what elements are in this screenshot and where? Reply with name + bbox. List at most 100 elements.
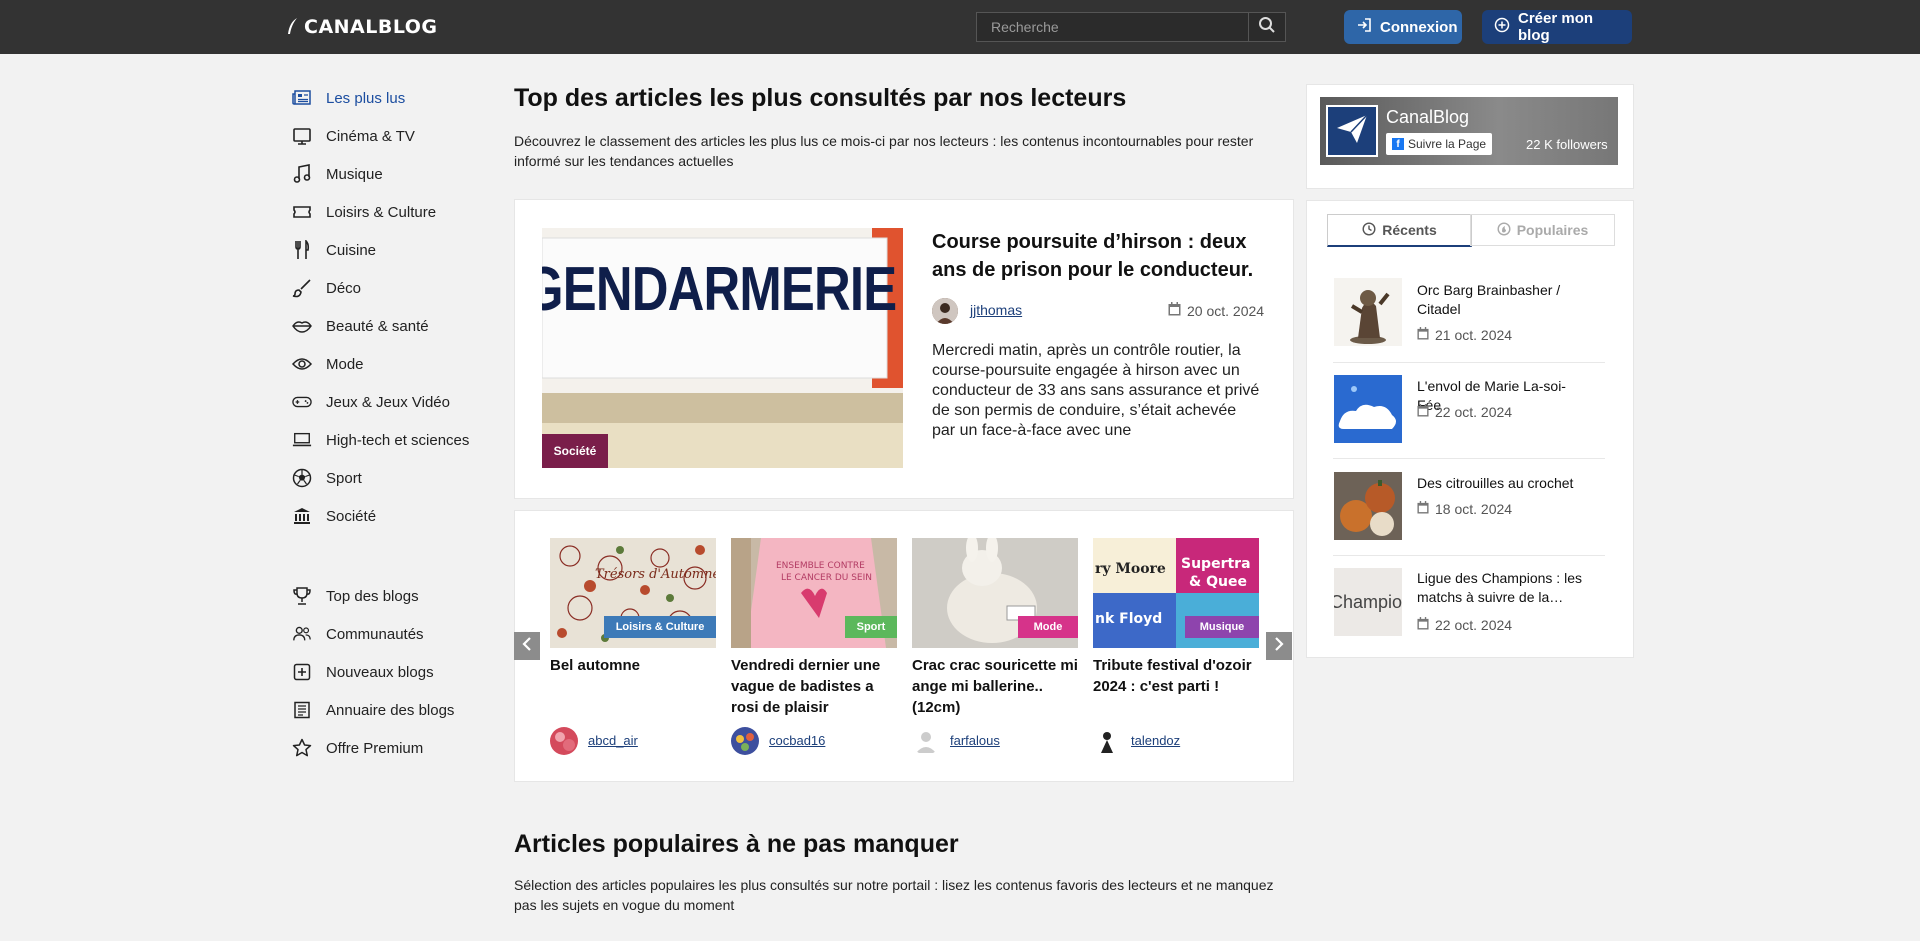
divider xyxy=(1333,555,1605,556)
featured-category-badge[interactable]: Société xyxy=(542,434,608,468)
ticket-icon xyxy=(292,202,312,222)
carousel-item-title[interactable]: Vendredi dernier une vague de badistes a… xyxy=(731,655,899,718)
tab-recents[interactable]: Récents xyxy=(1327,214,1472,247)
top-navigation-bar: CANALBLOG Connexion Créer mon blog xyxy=(0,0,1920,54)
author-avatar[interactable] xyxy=(932,298,958,324)
carousel-category-badge[interactable]: Sport xyxy=(845,616,897,638)
calendar-icon xyxy=(1168,302,1181,319)
sidebar-item-label: Musique xyxy=(326,165,383,183)
carousel-item-title[interactable]: Bel automne xyxy=(550,655,718,676)
recent-article-title[interactable]: Ligue des Champions : les matchs à suivr… xyxy=(1417,569,1589,607)
list-book-icon xyxy=(292,700,312,720)
recent-article-date: 22 oct. 2024 xyxy=(1417,404,1512,420)
carousel-item-title[interactable]: Crac crac souricette mi ange mi ballerin… xyxy=(912,655,1080,718)
svg-text:ry Moore: ry Moore xyxy=(1095,561,1166,577)
svg-text:ENSEMBLE CONTRE: ENSEMBLE CONTRE xyxy=(776,561,865,571)
recent-article-image[interactable] xyxy=(1334,375,1402,443)
carousel-category-badge[interactable]: Loisirs & Culture xyxy=(604,616,716,638)
search-button[interactable] xyxy=(1248,13,1285,41)
search-box xyxy=(976,12,1286,42)
star-icon xyxy=(292,738,312,758)
sidebar-item-offre-premium[interactable]: Offre Premium xyxy=(280,734,490,762)
featured-article-title[interactable]: Course poursuite d’hirson : deux ans de … xyxy=(932,228,1262,284)
sidebar-item-label: Cuisine xyxy=(326,241,377,259)
author-avatar[interactable] xyxy=(550,727,578,755)
carousel-category-badge[interactable]: Mode xyxy=(1018,616,1078,638)
carousel-author-link[interactable]: farfalous xyxy=(950,733,1000,748)
svg-text:nk Floyd: nk Floyd xyxy=(1095,611,1162,627)
sidebar-item-sport[interactable]: Sport xyxy=(280,464,490,492)
utensils-icon xyxy=(292,240,312,260)
sidebar-item-jeux[interactable]: Jeux & Jeux Vidéo xyxy=(280,388,490,416)
follow-page-button[interactable]: f Suivre la Page xyxy=(1386,133,1493,155)
laptop-icon xyxy=(292,430,312,450)
sidebar-item-label: Sport xyxy=(326,469,362,487)
recent-article-date: 21 oct. 2024 xyxy=(1417,327,1512,343)
carousel-author-link[interactable]: cocbad16 xyxy=(769,733,825,748)
svg-text:Trésors d'Automne: Trésors d'Automne xyxy=(595,567,716,582)
featured-author-link[interactable]: jjthomas xyxy=(970,302,1022,318)
chevron-right-icon xyxy=(1273,636,1285,656)
author-avatar[interactable] xyxy=(1093,727,1121,755)
sidebar-item-label: Loisirs & Culture xyxy=(326,203,437,221)
sidebar-item-les-plus-lus[interactable]: Les plus lus xyxy=(280,84,490,112)
sidebar-item-annuaire[interactable]: Annuaire des blogs xyxy=(280,696,490,724)
sidebar-item-deco[interactable]: Déco xyxy=(280,274,490,302)
carousel-category-badge[interactable]: Musique xyxy=(1185,616,1259,638)
sidebar-item-top-des-blogs[interactable]: Top des blogs xyxy=(280,582,490,610)
music-note-icon xyxy=(292,164,312,184)
sidebar-item-label: Déco xyxy=(326,279,362,297)
page-title: Top des articles les plus consultés par … xyxy=(514,84,1127,112)
featured-excerpt: Mercredi matin, après un contrôle routie… xyxy=(932,342,1260,439)
clock-icon xyxy=(1362,221,1376,239)
soccer-ball-icon xyxy=(292,468,312,488)
sidebar-item-musique[interactable]: Musique xyxy=(280,160,490,188)
sidebar-item-loisirs-culture[interactable]: Loisirs & Culture xyxy=(280,198,490,226)
tab-populaires[interactable]: Populaires xyxy=(1470,214,1615,246)
sidebar-item-high-tech[interactable]: High-tech et sciences xyxy=(280,426,490,454)
sidebar-item-communautes[interactable]: Communautés xyxy=(280,620,490,648)
recent-article-image[interactable] xyxy=(1334,278,1402,346)
sidebar-item-societe[interactable]: Société xyxy=(280,502,490,530)
recent-article-image[interactable] xyxy=(1334,472,1402,540)
recent-article-title[interactable]: Orc Barg Brainbasher / Citadel xyxy=(1417,281,1589,319)
sidebar-item-beaute-sante[interactable]: Beauté & santé xyxy=(280,312,490,340)
sidebar-item-label: Annuaire des blogs xyxy=(326,701,455,719)
carousel-prev-button[interactable] xyxy=(514,632,540,660)
author-avatar[interactable] xyxy=(912,727,940,755)
logo-text: CANALBLOG xyxy=(304,16,438,38)
login-button[interactable]: Connexion xyxy=(1344,10,1462,44)
featured-article-image[interactable]: GENDARMERIE xyxy=(542,228,903,468)
author-avatar[interactable] xyxy=(731,727,759,755)
section-lead: Sélection des articles populaires les pl… xyxy=(514,877,1274,913)
canalblog-fb-logo xyxy=(1326,105,1378,157)
carousel-author-link[interactable]: talendoz xyxy=(1131,733,1180,748)
recent-article-title[interactable]: Des citrouilles au crochet xyxy=(1417,474,1589,493)
trophy-icon xyxy=(292,586,312,606)
svg-text:Supertra: Supertra xyxy=(1181,556,1251,572)
newspaper-icon xyxy=(292,88,312,108)
svg-text:LE CANCER DU SEIN: LE CANCER DU SEIN xyxy=(781,573,872,583)
canalblog-logo-link[interactable]: CANALBLOG xyxy=(286,6,470,48)
sidebar-item-label: Top des blogs xyxy=(326,587,419,605)
create-blog-button[interactable]: Créer mon blog xyxy=(1482,10,1632,44)
facebook-page-widget[interactable]: CanalBlog f Suivre la Page 22 K follower… xyxy=(1320,97,1618,165)
svg-text:& Quee: & Quee xyxy=(1189,574,1247,590)
sidebar-item-nouveaux-blogs[interactable]: Nouveaux blogs xyxy=(280,658,490,686)
carousel-next-button[interactable] xyxy=(1266,632,1292,660)
institution-icon xyxy=(292,506,312,526)
divider xyxy=(1333,458,1605,459)
recent-article-image[interactable]: Champio xyxy=(1334,568,1402,636)
sidebar-item-mode[interactable]: Mode xyxy=(280,350,490,378)
search-input[interactable] xyxy=(977,13,1248,41)
sidebar-item-label: Offre Premium xyxy=(326,739,424,757)
sign-in-icon xyxy=(1356,17,1372,37)
carousel-author-link[interactable]: abcd_air xyxy=(588,733,638,748)
chevron-left-icon xyxy=(521,636,533,656)
sidebar-item-cuisine[interactable]: Cuisine xyxy=(280,236,490,264)
calendar-icon xyxy=(1417,501,1429,517)
sidebar-item-label: Cinéma & TV xyxy=(326,127,415,145)
sidebar-item-cinema-tv[interactable]: Cinéma & TV xyxy=(280,122,490,150)
calendar-icon xyxy=(1417,327,1429,343)
carousel-item-title[interactable]: Tribute festival d'ozoir 2024 : c'est pa… xyxy=(1093,655,1261,697)
